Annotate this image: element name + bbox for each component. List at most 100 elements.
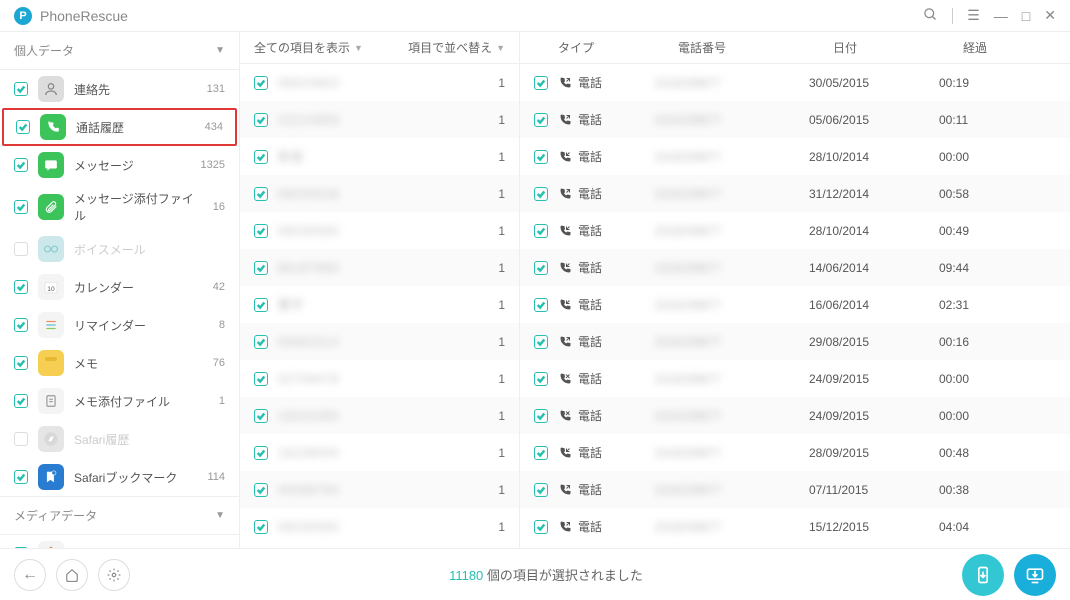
list-item[interactable]: 08039360 1 [240, 508, 519, 545]
checkbox[interactable] [534, 520, 548, 534]
checkbox[interactable] [14, 470, 28, 484]
list-item[interactable]: 86187890 1 [240, 249, 519, 286]
chevron-down-icon: ▼ [215, 45, 225, 56]
close-icon[interactable]: ✕ [1044, 7, 1056, 24]
sidebar-section-media[interactable]: メディアデータ▼ [0, 496, 239, 535]
checkbox[interactable] [254, 298, 268, 312]
sidebar-item[interactable]: 10 カレンダー 42 [0, 268, 239, 306]
checkbox[interactable] [14, 158, 28, 172]
table-row[interactable]: 電話 1516239877 28/09/2015 00:48 [520, 434, 1070, 471]
sidebar-item[interactable]: ボイスメール [0, 230, 239, 268]
table-row[interactable]: 電話 1516239877 24/09/2015 00:00 [520, 360, 1070, 397]
table-row[interactable]: 電話 1516239877 31/12/2014 00:58 [520, 175, 1070, 212]
sidebar-section-personal[interactable]: 個人データ ▼ [0, 32, 239, 70]
cell-date: 24/09/2015 [809, 409, 939, 423]
checkbox[interactable] [254, 224, 268, 238]
col-duration-header[interactable]: 経過 [963, 39, 1023, 56]
checkbox[interactable] [254, 372, 268, 386]
checkbox[interactable] [534, 409, 548, 423]
checkbox[interactable] [16, 120, 30, 134]
checkbox[interactable] [534, 335, 548, 349]
table-row[interactable]: 電話 1516239877 28/10/2014 00:00 [520, 138, 1070, 175]
table-row[interactable]: 電話 1516239877 05/06/2015 00:11 [520, 101, 1070, 138]
checkbox[interactable] [534, 187, 548, 201]
table-row[interactable]: 電話 1516239877 28/10/2014 00:49 [520, 212, 1070, 249]
checkbox[interactable] [254, 335, 268, 349]
checkbox[interactable] [14, 280, 28, 294]
checkbox[interactable] [254, 520, 268, 534]
checkbox[interactable] [254, 483, 268, 497]
maximize-icon[interactable]: □ [1022, 8, 1030, 24]
checkbox[interactable] [254, 150, 268, 164]
checkbox[interactable] [534, 113, 548, 127]
cell-type: 電話 [558, 111, 654, 128]
checkbox[interactable] [14, 82, 28, 96]
list-item[interactable]: 08624853 1 [240, 64, 519, 101]
menu-icon[interactable]: ☰ [967, 7, 980, 24]
table-row[interactable]: 電話 1516239877 15/12/2015 04:04 [520, 508, 1070, 545]
sidebar-item[interactable]: リマインダー 8 [0, 306, 239, 344]
show-all-dropdown[interactable]: 全ての項目を表示▼ [254, 39, 363, 56]
sidebar-item[interactable]: メッセージ添付ファイル 16 [0, 184, 239, 230]
list-item[interactable]: 18236000 1 [240, 434, 519, 471]
table-row[interactable]: 電話 1516239877 14/06/2014 09:44 [520, 249, 1070, 286]
search-icon[interactable] [923, 7, 938, 25]
col-type-header[interactable]: タイプ [558, 39, 678, 56]
table-row[interactable]: 電話 1516239877 30/05/2015 00:19 [520, 64, 1070, 101]
checkbox[interactable] [254, 261, 268, 275]
checkbox[interactable] [254, 113, 268, 127]
list-item[interactable]: 08035528 1 [240, 175, 519, 212]
cell-type: 電話 [558, 148, 654, 165]
list-item[interactable]: 15214959 1 [240, 101, 519, 138]
list-item[interactable]: 40096794 1 [240, 471, 519, 508]
sidebar-item[interactable]: メモ添付ファイル 1 [0, 382, 239, 420]
sidebar-item[interactable]: メモ 76 [0, 344, 239, 382]
checkbox[interactable] [14, 394, 28, 408]
col-phone-header[interactable]: 電話番号 [678, 39, 833, 56]
checkbox[interactable] [254, 446, 268, 460]
checkbox[interactable] [534, 76, 548, 90]
sidebar-item[interactable]: Safari履歴 [0, 420, 239, 458]
checkbox[interactable] [14, 356, 28, 370]
table-row[interactable]: 電話 1516239877 16/06/2014 02:31 [520, 286, 1070, 323]
checkbox[interactable] [534, 446, 548, 460]
sidebar-item[interactable]: 通話履歴 434 [2, 108, 237, 146]
checkbox[interactable] [254, 409, 268, 423]
minimize-icon[interactable]: — [994, 8, 1008, 24]
list-item[interactable]: 陈奎 1 [240, 138, 519, 175]
restore-to-device-button[interactable] [962, 554, 1004, 596]
checkbox[interactable] [534, 261, 548, 275]
sidebar-item-label: メッセージ添付ファイル [74, 190, 203, 224]
checkbox[interactable] [534, 224, 548, 238]
table-row[interactable]: 電話 1516239877 07/11/2015 00:38 [520, 471, 1070, 508]
list-item[interactable]: 18544390 1 [240, 397, 519, 434]
checkbox[interactable] [534, 150, 548, 164]
list-item[interactable]: 02706478 1 [240, 360, 519, 397]
table-row[interactable]: 電話 1516239877 29/08/2015 00:16 [520, 323, 1070, 360]
table-row[interactable]: 電話 1516239877 24/09/2015 00:00 [520, 397, 1070, 434]
safari-icon [38, 426, 64, 452]
checkbox[interactable] [14, 318, 28, 332]
checkbox[interactable] [534, 483, 548, 497]
sidebar-item-label: 連絡先 [74, 81, 197, 98]
sidebar-item[interactable]: 写真 656 [0, 535, 239, 548]
list-item[interactable]: 05662512 1 [240, 323, 519, 360]
checkbox[interactable] [534, 298, 548, 312]
noteatt-icon [38, 388, 64, 414]
settings-button[interactable] [98, 559, 130, 591]
back-button[interactable]: ← [14, 559, 46, 591]
list-item[interactable]: 曹宇 1 [240, 286, 519, 323]
home-button[interactable] [56, 559, 88, 591]
checkbox[interactable] [254, 76, 268, 90]
checkbox[interactable] [534, 372, 548, 386]
col-date-header[interactable]: 日付 [833, 39, 963, 56]
restore-to-computer-button[interactable] [1014, 554, 1056, 596]
sidebar-item[interactable]: メッセージ 1325 [0, 146, 239, 184]
checkbox[interactable] [14, 200, 28, 214]
contact-count: 1 [498, 335, 505, 349]
sidebar-item[interactable]: Safariブックマーク 114 [0, 458, 239, 496]
sidebar-item[interactable]: 連絡先 131 [0, 70, 239, 108]
checkbox[interactable] [254, 187, 268, 201]
list-item[interactable]: 08039360 1 [240, 212, 519, 249]
sort-dropdown[interactable]: 項目で並べ替え▼ [408, 39, 505, 56]
